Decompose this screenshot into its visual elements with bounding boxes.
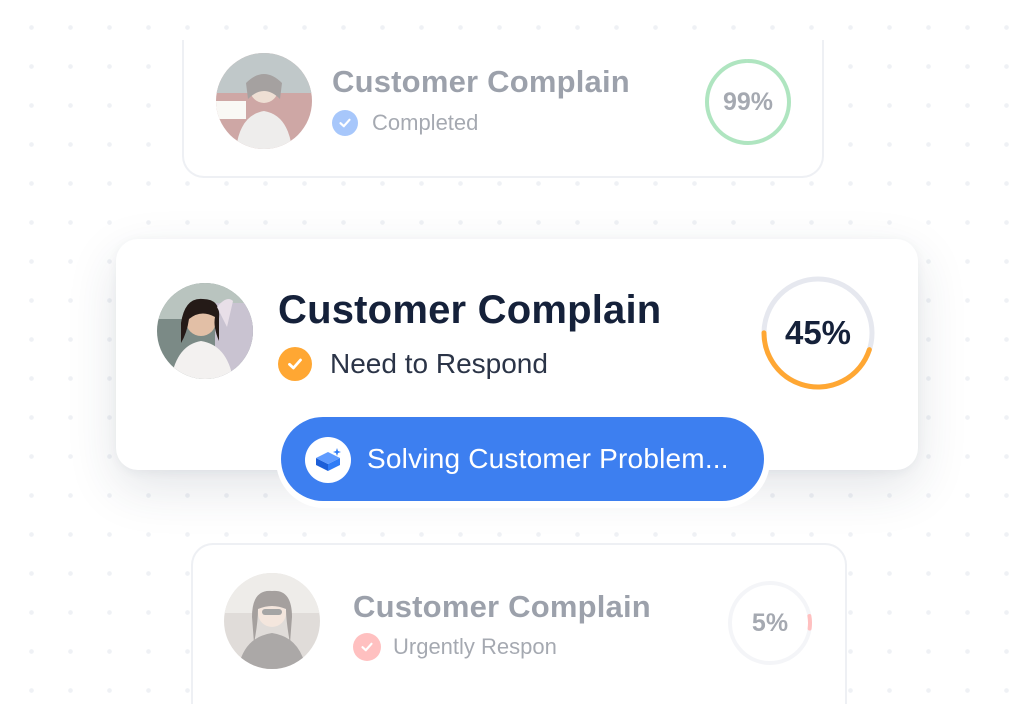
card-title: Customer Complain: [278, 288, 662, 332]
solving-status-pill[interactable]: Solving Customer Problem...: [276, 412, 770, 508]
avatar: [157, 283, 253, 379]
progress-label: 5%: [751, 608, 789, 637]
pill-label: Solving Customer Problem...: [367, 443, 729, 474]
check-icon: [278, 347, 312, 381]
app-logo-icon: [305, 437, 351, 483]
card-title: Customer Complain: [332, 64, 630, 99]
avatar: [216, 53, 312, 149]
progress-label: 45%: [784, 314, 852, 351]
check-icon: [353, 633, 381, 661]
status-label: Urgently Respon: [393, 634, 557, 659]
status-label: Need to Respond: [330, 348, 548, 379]
pill-background: Solving Customer Problem...: [281, 417, 764, 501]
status: Urgently Respon: [353, 633, 557, 661]
status-label: Completed: [372, 110, 479, 135]
complaint-card-urgent[interactable]: Customer Complain Urgently Respon 5%: [191, 543, 847, 704]
card-title: Customer Complain: [353, 589, 651, 624]
check-icon: [332, 110, 358, 136]
avatar: [224, 573, 320, 669]
status: Completed: [332, 110, 478, 136]
status: Need to Respond: [278, 347, 548, 381]
complaint-card-completed[interactable]: Customer Complain Completed 99%: [182, 40, 824, 178]
progress-label: 99%: [722, 87, 774, 116]
